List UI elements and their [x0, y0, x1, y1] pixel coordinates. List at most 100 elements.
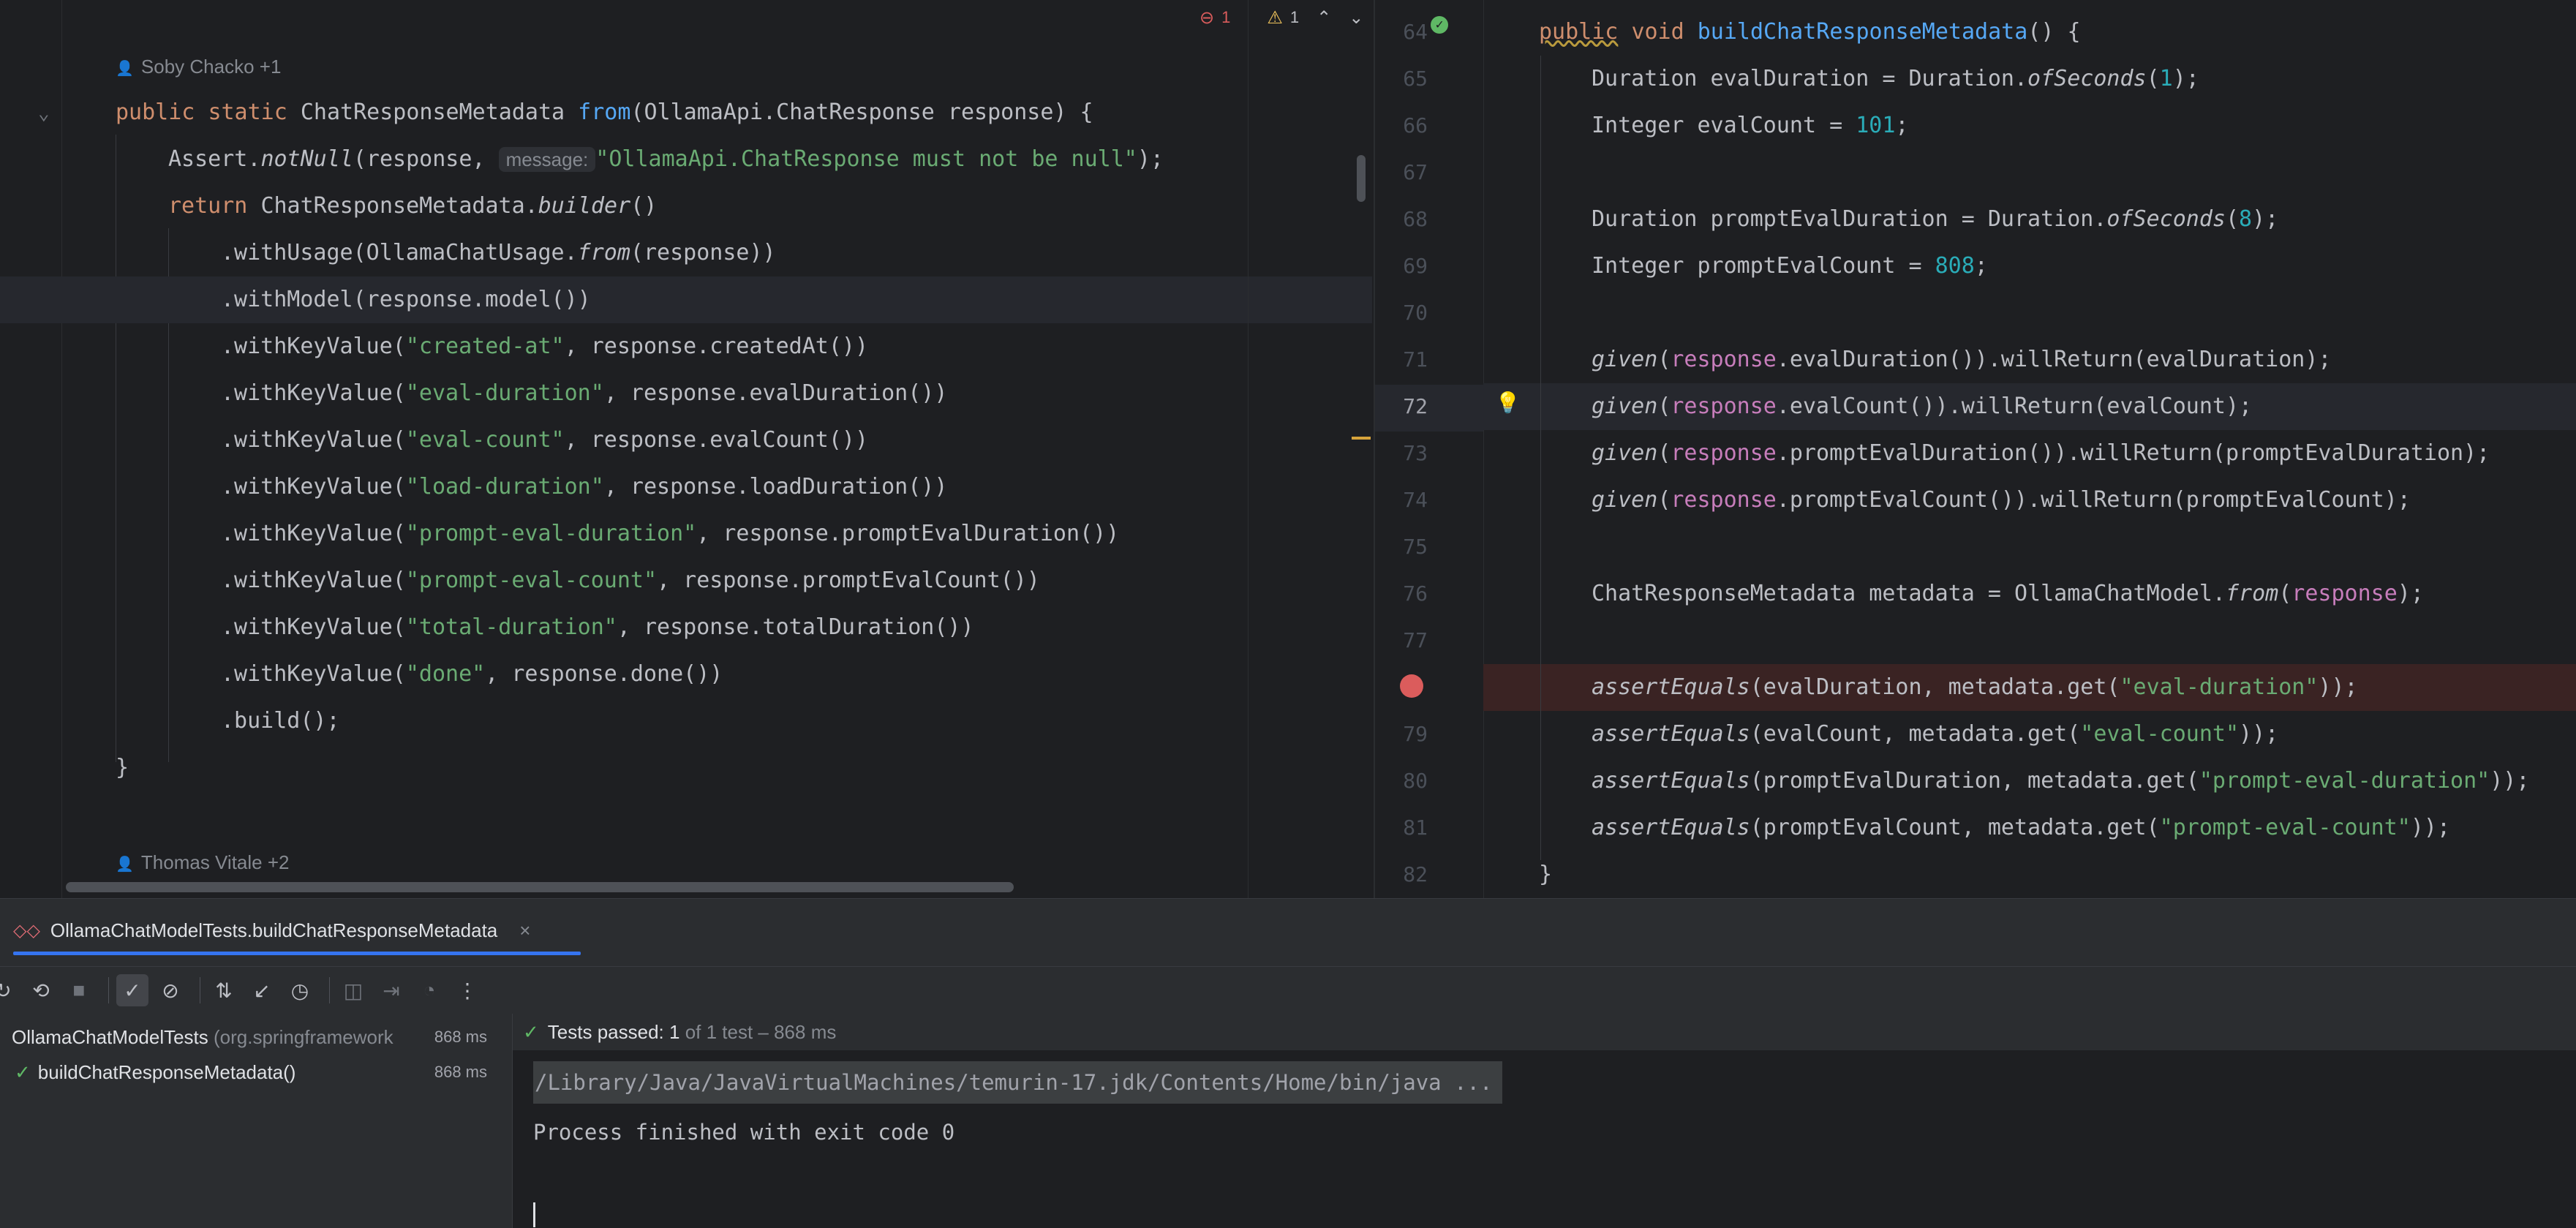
rerun-failed-icon[interactable]: ⟲	[25, 974, 57, 1006]
run-test-gutter-icon[interactable]: ✓	[1431, 16, 1448, 34]
code-line[interactable]: Duration evalDuration = Duration.ofSecon…	[1483, 56, 2576, 102]
code-line-breakpoint[interactable]: assertEquals(evalDuration, metadata.get(…	[1483, 664, 2576, 711]
check-icon: ✓	[15, 1061, 31, 1083]
line-number-current: 72	[1403, 394, 1428, 418]
history-icon[interactable]: ◷	[284, 974, 316, 1006]
code-line[interactable]: .withKeyValue("eval-duration", response.…	[221, 370, 947, 417]
line-number: 66	[1403, 113, 1428, 138]
code-line[interactable]: Assert.notNull(response, message: "Ollama…	[168, 136, 1164, 183]
breakpoint-icon[interactable]	[1400, 674, 1423, 698]
line-number: 80	[1403, 769, 1428, 793]
import-tests-icon[interactable]: ↙	[246, 974, 278, 1006]
code-line[interactable]: .withKeyValue("eval-count", response.eva…	[221, 417, 868, 464]
left-gutter[interactable]: ⌄	[0, 0, 62, 898]
console-exit-line: Process finished with exit code 0	[533, 1120, 955, 1145]
left-editor[interactable]: ⌄ ⊖ 1 ⚠ 1 ⌃ ⌄ 👤 Soby Chacko +1 public sta…	[0, 0, 1372, 898]
line-number: 77	[1403, 628, 1428, 652]
warning-stripe-marker[interactable]	[1352, 437, 1371, 440]
close-icon[interactable]: ×	[519, 919, 530, 942]
line-number: 65	[1403, 67, 1428, 91]
code-line[interactable]: Integer promptEvalCount = 808;	[1483, 243, 2576, 290]
line-number: 68	[1403, 207, 1428, 231]
person-icon: 👤	[116, 856, 134, 873]
inspection-widget[interactable]: ⊖ 1 ⚠ 1 ⌃ ⌄	[1200, 3, 1363, 32]
code-line[interactable]: given(response.evalDuration()).willRetur…	[1483, 336, 2576, 383]
code-line[interactable]: assertEquals(promptEvalDuration, metadat…	[1483, 758, 2576, 805]
sort-icon[interactable]: ⇅	[208, 974, 240, 1006]
line-number: 76	[1403, 581, 1428, 606]
active-tab-indicator	[13, 952, 581, 955]
console-output[interactable]: ✓ Tests passed: 1 of 1 test – 868 ms /Lib…	[513, 1014, 2576, 1228]
line-number: 64	[1403, 20, 1428, 44]
line-number: 82	[1403, 862, 1428, 886]
code-line-current[interactable]: given(response.evalCount()).willReturn(e…	[1483, 383, 2576, 430]
previous-highlight-icon[interactable]: ⌃	[1317, 7, 1331, 29]
line-number: 71	[1403, 347, 1428, 372]
code-line[interactable]: Duration promptEvalDuration = Duration.o…	[1483, 196, 2576, 243]
code-line[interactable]: }	[116, 745, 129, 791]
line-number: 67	[1403, 160, 1428, 184]
code-vision-author[interactable]: 👤 Thomas Vitale +2	[116, 844, 290, 881]
tree-row-test-class[interactable]: OllamaChatModelTests (org.springframewor…	[0, 1020, 512, 1055]
right-editor[interactable]: 64 65 66 67 68 69 70 71 72 73 74 75 76 7…	[1374, 0, 2576, 898]
code-line[interactable]: .withKeyValue("total-duration", response…	[221, 604, 974, 651]
run-tab-label: OllamaChatModelTests.buildChatResponseMe…	[50, 919, 498, 941]
code-line[interactable]: assertEquals(evalCount, metadata.get("ev…	[1483, 711, 2576, 758]
error-icon: ⊖	[1200, 7, 1215, 28]
code-line[interactable]: assertEquals(promptEvalCount, metadata.g…	[1483, 805, 2576, 851]
check-icon: ✓	[523, 1021, 539, 1043]
line-number: 79	[1403, 722, 1428, 746]
line-number: 75	[1403, 535, 1428, 559]
text-caret	[533, 1202, 535, 1227]
more-options-icon[interactable]: ⋮	[451, 974, 483, 1006]
person-icon: 👤	[116, 61, 134, 77]
code-line[interactable]: .build();	[221, 698, 340, 745]
code-line[interactable]: return ChatResponseMetadata.builder()	[168, 183, 657, 230]
code-vision-author[interactable]: 👤 Soby Chacko +1	[116, 48, 281, 85]
horizontal-scrollbar[interactable]	[66, 882, 1014, 892]
code-line[interactable]: .withKeyValue("prompt-eval-count", respo…	[221, 557, 1040, 604]
code-line[interactable]: .withKeyValue("done", response.done())	[221, 651, 723, 698]
toolbar-separator	[108, 977, 109, 1003]
code-line[interactable]: given(response.promptEvalDuration()).wil…	[1483, 430, 2576, 477]
parameter-hint: message:	[498, 147, 596, 172]
run-tab[interactable]: ◇◇ OllamaChatModelTests.buildChatRespons…	[13, 908, 530, 953]
tree-row-test-method[interactable]: ✓ buildChatResponseMetadata() 868 ms	[0, 1055, 512, 1090]
next-highlight-icon[interactable]: ⌄	[1349, 7, 1363, 29]
line-number: 74	[1403, 488, 1428, 512]
line-number: 70	[1403, 301, 1428, 325]
code-line[interactable]: .withUsage(OllamaChatUsage.from(response…	[221, 230, 776, 276]
fold-chevron-icon[interactable]: ⌄	[38, 102, 50, 124]
code-line[interactable]: .withKeyValue("load-duration", response.…	[221, 464, 947, 511]
right-gutter[interactable]: 64 65 66 67 68 69 70 71 72 73 74 75 76 7…	[1375, 0, 1484, 898]
export-icon[interactable]: ⇥	[375, 974, 407, 1006]
camera-icon[interactable]: ◫	[337, 974, 369, 1006]
toolbar-separator	[329, 977, 330, 1003]
test-config-icon: ◇◇	[13, 920, 40, 941]
code-line[interactable]: public void buildChatResponseMetadata() …	[1483, 9, 2576, 56]
code-line[interactable]: public static ChatResponseMetadata from(…	[116, 89, 1093, 136]
show-ignored-icon[interactable]: ⊘	[154, 974, 187, 1006]
code-line[interactable]: .withKeyValue("prompt-eval-duration", re…	[221, 511, 1119, 557]
line-number: 69	[1403, 254, 1428, 278]
warning-count: 1	[1289, 8, 1300, 26]
vertical-scrollbar[interactable]	[1357, 155, 1366, 202]
code-line-current[interactable]: .withModel(response.model())	[0, 276, 1372, 323]
coverage-icon[interactable]: ◔	[413, 974, 445, 1006]
warning-icon: ⚠	[1267, 7, 1283, 28]
line-number: 73	[1403, 441, 1428, 465]
code-line[interactable]: ChatResponseMetadata metadata = OllamaCh…	[1483, 570, 2576, 617]
stop-icon[interactable]: ■	[63, 974, 95, 1006]
run-tool-window[interactable]: ◇◇ OllamaChatModelTests.buildChatRespons…	[0, 898, 2576, 1228]
rerun-icon[interactable]: ↻	[0, 974, 19, 1006]
console-command-line[interactable]: /Library/Java/JavaVirtualMachines/temuri…	[533, 1061, 1503, 1104]
code-line[interactable]: given(response.promptEvalCount()).willRe…	[1483, 477, 2576, 524]
line-number: 81	[1403, 815, 1428, 840]
code-line[interactable]: }	[1483, 851, 2576, 898]
show-passed-icon[interactable]: ✓	[116, 974, 148, 1006]
code-line[interactable]: .withKeyValue("created-at", response.cre…	[221, 323, 868, 370]
code-line[interactable]: Integer evalCount = 101;	[1483, 102, 2576, 149]
test-results-tree[interactable]: OllamaChatModelTests (org.springframewor…	[0, 1014, 513, 1228]
run-toolbar: ↻ ⟲ ■ ✓ ⊘ ⇅ ↙ ◷ ◫ ⇥ ◔ ⋮	[0, 966, 2576, 1014]
tests-status-bar: ✓ Tests passed: 1 of 1 test – 868 ms	[513, 1014, 2576, 1050]
